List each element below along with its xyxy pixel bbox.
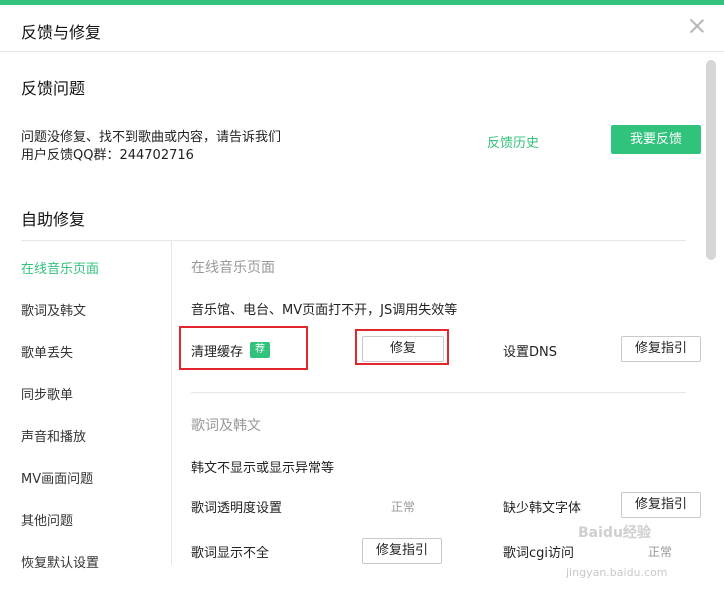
submit-feedback-button[interactable]: 我要反馈: [611, 125, 701, 154]
nav-divider: [171, 240, 172, 565]
nav-item-restore-defaults[interactable]: 恢复默认设置: [21, 552, 99, 571]
lyrics-description: 韩文不显示或显示异常等: [191, 461, 335, 476]
nav-item-sound-playback[interactable]: 声音和播放: [21, 426, 86, 445]
nav-item-sync-playlist[interactable]: 同步歌单: [21, 384, 73, 403]
online-music-description: 音乐馆、电台、MV页面打不开，JS调用失效等: [191, 303, 458, 318]
feedback-description: 问题没修复、找不到歌曲或内容，请告诉我们: [21, 130, 282, 145]
section-divider: [21, 240, 686, 241]
nav-item-other[interactable]: 其他问题: [21, 510, 73, 529]
nav-item-lyrics[interactable]: 歌词及韩文: [21, 300, 86, 319]
nav-item-online-music[interactable]: 在线音乐页面: [21, 258, 99, 277]
lyrics-cgi-status: 正常: [648, 545, 673, 559]
feedback-qq-group: 用户反馈QQ群：244702716: [21, 148, 194, 163]
korean-font-label: 缺少韩文字体: [503, 501, 582, 516]
close-icon[interactable]: [688, 17, 706, 35]
korean-font-guide-button[interactable]: 修复指引: [621, 492, 701, 518]
lyrics-cgi-label: 歌词cgi访问: [503, 546, 575, 561]
lyrics-opacity-status: 正常: [391, 500, 416, 514]
group-divider: [191, 392, 686, 393]
dialog-title: 反馈与修复: [21, 23, 102, 42]
dns-guide-button[interactable]: 修复指引: [621, 336, 701, 362]
baidu-watermark: Baidu经验: [578, 525, 651, 541]
lyrics-incomplete-guide-button[interactable]: 修复指引: [362, 538, 442, 564]
self-repair-section-title: 自助修复: [21, 210, 86, 229]
highlight-fix-button: [355, 329, 449, 365]
highlight-clear-cache: [179, 326, 308, 370]
online-music-title: 在线音乐页面: [191, 260, 275, 276]
feedback-history-link[interactable]: 反馈历史: [487, 132, 539, 151]
dns-label: 设置DNS: [503, 345, 557, 360]
baidu-watermark-url: jingyan.baidu.com: [566, 566, 668, 579]
lyrics-incomplete-label: 歌词显示不全: [191, 546, 270, 561]
lyrics-title: 歌词及韩文: [191, 418, 261, 434]
scrollbar-thumb[interactable]: [706, 60, 716, 260]
dialog-titlebar: 反馈与修复: [0, 5, 724, 52]
nav-item-playlist-lost[interactable]: 歌单丢失: [21, 342, 73, 361]
lyrics-opacity-label: 歌词透明度设置: [191, 501, 283, 516]
nav-item-mv-issue[interactable]: MV画面问题: [21, 468, 93, 487]
feedback-section-title: 反馈问题: [21, 79, 86, 98]
